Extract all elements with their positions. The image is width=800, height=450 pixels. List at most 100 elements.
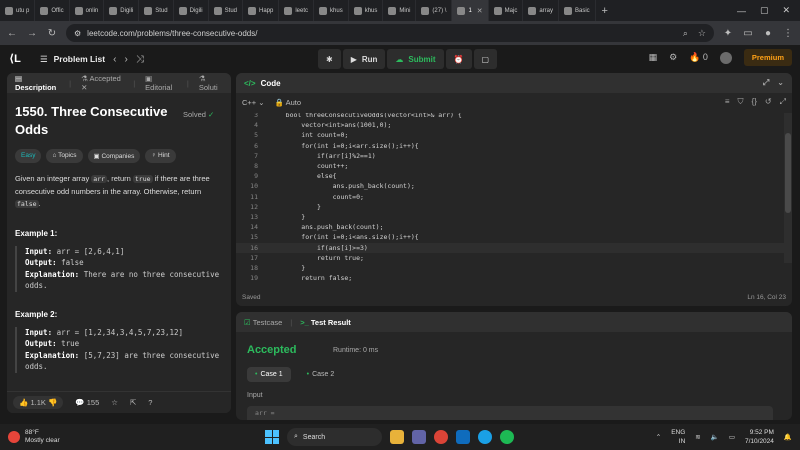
new-tab-icon[interactable]: + <box>596 5 614 17</box>
leetcode-logo-icon[interactable]: ⟨L <box>8 52 22 66</box>
streak-counter[interactable]: 🔥 0 <box>689 52 708 63</box>
tab-test-result[interactable]: >_ Test Result <box>300 318 351 327</box>
code-line[interactable]: 3 bool threeConsecutiveOdds(vector<int>&… <box>236 113 792 120</box>
maximize-icon[interactable]: ▢ <box>760 5 769 16</box>
browser-tab[interactable]: Stud <box>139 0 174 21</box>
volume-icon[interactable]: 🔈 <box>711 433 719 441</box>
debug-button[interactable]: ✱ <box>318 49 341 69</box>
code-line[interactable]: 19 return false; <box>236 273 792 283</box>
code-editor[interactable]: 3 bool threeConsecutiveOdds(vector<int>&… <box>236 113 792 285</box>
bookmark-icon[interactable]: ⛉ <box>738 97 744 107</box>
wifi-icon[interactable]: ≋ <box>695 433 700 441</box>
code-line[interactable]: 4 vector<int>ans(1001,0); <box>236 120 792 130</box>
menu-icon[interactable]: ⋮ <box>782 28 794 39</box>
timer-button[interactable]: ⏰ <box>445 49 472 69</box>
braces-icon[interactable]: {} <box>752 97 757 107</box>
code-line[interactable]: 6 for(int i=0;i<arr.size();i++){ <box>236 141 792 151</box>
language-indicator[interactable]: ENG IN <box>671 428 685 446</box>
case-2-tab[interactable]: • Case 2 <box>299 367 343 382</box>
shuffle-icon[interactable]: ⤨ <box>136 54 144 65</box>
clock[interactable]: 9:52 PM 7/10/2024 <box>745 428 774 446</box>
problem-list-button[interactable]: ☰ Problem List <box>40 54 105 65</box>
code-line[interactable]: 16 if(ans[i]>=3) <box>236 242 792 253</box>
browser-tab[interactable]: khus <box>349 0 384 21</box>
tab-testcase[interactable]: ☑ Testcase <box>244 318 282 327</box>
fullscreen-icon[interactable]: ⤢ <box>780 97 786 107</box>
browser-tab[interactable]: Majc <box>489 0 524 21</box>
reset-icon[interactable]: ↺ <box>765 97 772 107</box>
topics-chip[interactable]: ⌂ Topics <box>46 149 83 163</box>
tray-chevron-icon[interactable]: ⌃ <box>656 433 661 441</box>
premium-button[interactable]: Premium <box>743 49 792 66</box>
close-window-icon[interactable]: ✕ <box>782 5 790 16</box>
code-line[interactable]: 5 int count=0; <box>236 130 792 140</box>
browser-tab[interactable]: Digili <box>104 0 140 21</box>
battery-icon[interactable]: ▭ <box>729 433 735 441</box>
browser-tab[interactable]: leetc <box>279 0 315 21</box>
browser-tab[interactable]: onlin <box>70 0 105 21</box>
next-problem-icon[interactable]: › <box>124 54 127 65</box>
companies-chip[interactable]: ▣ Companies <box>87 149 141 163</box>
like-button[interactable]: 👍 1.1K 👎 <box>13 396 64 409</box>
taskbar-search[interactable]: ⌕ Search <box>287 428 382 446</box>
favorite-star-icon[interactable]: ☆ <box>111 398 118 407</box>
share-icon[interactable]: ⇱ <box>130 398 136 407</box>
browser-tab[interactable]: Happ <box>243 0 280 21</box>
bookmark-star-icon[interactable]: ☆ <box>698 28 706 39</box>
notification-icon[interactable]: 🔔 <box>784 433 792 441</box>
problem-title[interactable]: 1550. Three Consecutive Odds <box>15 103 175 139</box>
layout-icon[interactable]: ▦ <box>649 52 658 63</box>
auto-toggle[interactable]: 🔒 Auto <box>275 98 301 107</box>
hint-chip[interactable]: ♀ Hint <box>145 149 176 163</box>
editor-scrollbar[interactable] <box>784 113 792 263</box>
minimize-icon[interactable]: — <box>737 6 746 16</box>
browser-tab[interactable]: 1 ✕ <box>452 0 489 21</box>
browser-tab[interactable]: (27) \ <box>416 0 453 21</box>
collapse-icon[interactable]: ⌄ <box>777 78 784 88</box>
weather-widget[interactable]: 88°F Mostly clear <box>8 429 60 445</box>
comments-button[interactable]: 💬 155 <box>75 398 99 407</box>
difficulty-chip[interactable]: Easy <box>15 149 42 163</box>
teams-icon[interactable] <box>412 430 426 444</box>
extensions-icon[interactable]: ✦ <box>722 28 734 39</box>
code-line[interactable]: 18 } <box>236 263 792 273</box>
tab-description[interactable]: ▤ Description <box>15 74 59 92</box>
browser-tab[interactable]: Digili <box>174 0 209 21</box>
profile-icon[interactable]: ● <box>762 28 774 39</box>
format-icon[interactable]: ≡ <box>725 97 730 107</box>
code-line[interactable]: 17 return true; <box>236 253 792 263</box>
browser-tab[interactable]: Mini <box>383 0 417 21</box>
submit-button[interactable]: ☁ Submit <box>387 49 444 69</box>
expand-icon[interactable]: ⤢ <box>763 78 769 88</box>
chrome-icon[interactable] <box>434 430 448 444</box>
prev-problem-icon[interactable]: ‹ <box>113 54 116 65</box>
browser-tab[interactable]: khus <box>314 0 349 21</box>
sidepanel-icon[interactable]: ▭ <box>742 28 754 39</box>
language-select[interactable]: C++ ⌄ <box>242 98 265 107</box>
url-field[interactable]: ⚙ leetcode.com/problems/three-consecutiv… <box>66 24 714 42</box>
code-line[interactable]: 10 ans.push_back(count); <box>236 181 792 191</box>
cortana-icon[interactable] <box>478 430 492 444</box>
windows-start-icon[interactable] <box>265 430 279 444</box>
forward-icon[interactable]: → <box>26 28 38 39</box>
settings-icon[interactable]: ⚙ <box>669 52 677 63</box>
code-line[interactable]: 12 } <box>236 202 792 212</box>
site-info-icon[interactable]: ⚙ <box>74 29 81 38</box>
browser-tab[interactable]: Offic <box>35 0 70 21</box>
code-line[interactable]: 14 ans.push_back(count); <box>236 222 792 232</box>
tab-accepted[interactable]: ⚗ Accepted ✕ <box>81 74 123 92</box>
code-line[interactable]: 13 } <box>236 212 792 222</box>
file-explorer-icon[interactable] <box>390 430 404 444</box>
browser-tab[interactable]: Basic <box>559 0 596 21</box>
code-line[interactable]: 9 else{ <box>236 171 792 181</box>
notes-button[interactable]: ▢ <box>473 49 498 69</box>
code-line[interactable]: 11 count=0; <box>236 192 792 202</box>
tab-editorial[interactable]: ▣ Editorial <box>145 74 177 92</box>
avatar[interactable] <box>719 51 732 64</box>
spotify-icon[interactable] <box>500 430 514 444</box>
close-tab-icon[interactable]: ✕ <box>477 7 483 15</box>
code-line[interactable]: 7 if(arr[i]%2==1) <box>236 151 792 161</box>
browser-tab[interactable]: array <box>523 0 559 21</box>
case-1-tab[interactable]: • Case 1 <box>247 367 291 382</box>
back-icon[interactable]: ← <box>6 28 18 39</box>
